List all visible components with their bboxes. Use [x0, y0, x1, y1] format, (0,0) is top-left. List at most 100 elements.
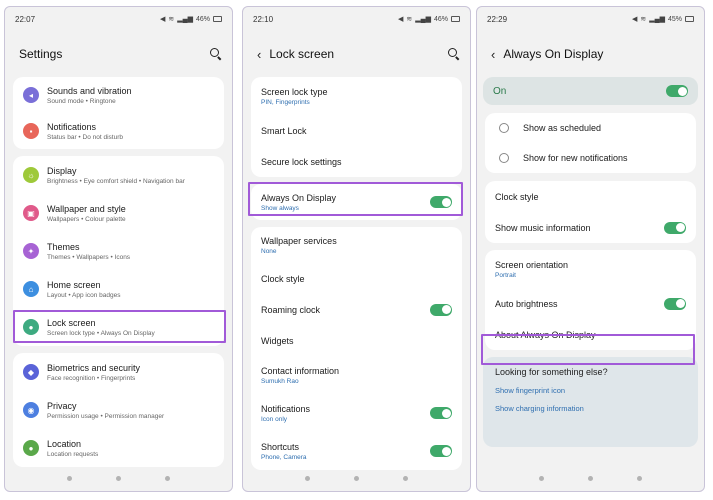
about-aod-item[interactable]: About Always On Display [485, 319, 696, 350]
item-title: Screen lock type [261, 86, 328, 97]
settings-item-display[interactable]: ☼ Display Brightness • Eye comfort shield… [13, 156, 224, 194]
item-title: Notifications [47, 121, 97, 132]
radio-button[interactable] [499, 153, 509, 163]
radio-button[interactable] [499, 123, 509, 133]
item-subtitle: Show always [261, 204, 299, 212]
clock-style-item[interactable]: Clock style [485, 181, 696, 212]
themes-icon: ✦ [23, 243, 39, 259]
item-title: Widgets [261, 335, 294, 346]
option-show-for-new-notifications[interactable]: Show for new notifications [485, 143, 696, 173]
aod-master-switch[interactable]: On [483, 77, 698, 105]
item-title: Smart Lock [261, 125, 307, 136]
item-title: Contact information [261, 365, 340, 376]
status-icons: ◀ ≋ ▂▄▆ 45% [632, 15, 694, 23]
item-title: Sounds and vibration [47, 85, 132, 96]
item-subtitle: Icon only [261, 415, 288, 423]
item-subtitle: Portrait [495, 271, 516, 279]
settings-item-location[interactable]: ● Location Location requests [13, 429, 224, 467]
roaming-clock-item[interactable]: Roaming clock [251, 294, 462, 325]
nav-home-button[interactable] [116, 475, 121, 481]
wifi-icon: ≋ [168, 16, 175, 23]
item-title: Clock style [495, 191, 539, 202]
search-icon[interactable] [210, 48, 222, 60]
widgets-item[interactable]: Widgets [251, 325, 462, 356]
settings-item-biometrics[interactable]: ◆ Biometrics and security Face recognitio… [13, 353, 224, 391]
battery-level: 45% [667, 15, 682, 23]
nav-recents-button[interactable] [67, 475, 72, 481]
item-title: Wallpaper services [261, 235, 337, 246]
aod-options-group: Show as scheduled Show for new notificat… [485, 113, 696, 173]
settings-item-sounds[interactable]: ◂ Sounds and vibration Sound mode • Ringt… [13, 77, 224, 113]
nav-home-button[interactable] [354, 475, 359, 481]
battery-level: 46% [195, 15, 210, 23]
item-subtitle: Location requests [47, 450, 99, 458]
notifications-toggle[interactable] [430, 407, 452, 419]
item-subtitle: Face recognition • Fingerprints [47, 374, 136, 382]
back-arrow-icon[interactable]: ‹ [491, 47, 495, 62]
battery-icon [451, 16, 460, 22]
aod-master-toggle[interactable] [666, 85, 688, 97]
wallpaper-services-item[interactable]: Wallpaper services None [251, 227, 462, 263]
roaming-clock-toggle[interactable] [430, 303, 452, 316]
app-header: ‹ Always On Display [477, 31, 704, 77]
item-title: Shortcuts [261, 441, 300, 452]
option-show-as-scheduled[interactable]: Show as scheduled [485, 113, 696, 143]
settings-item-home-screen[interactable]: ⌂ Home screen Layout • App icon badges [13, 270, 224, 308]
page-title: Lock screen [269, 47, 335, 61]
signal-icon: ▂▄▆ [177, 16, 193, 23]
back-arrow-icon[interactable]: ‹ [257, 47, 261, 62]
screen-orientation-item[interactable]: Screen orientation Portrait [485, 250, 696, 288]
lock-icon: ● [23, 319, 39, 335]
wifi-icon: ≋ [640, 16, 647, 23]
nav-back-button[interactable] [165, 475, 170, 481]
status-time: 22:10 [253, 14, 274, 24]
settings-item-themes[interactable]: ✦ Themes Themes • Wallpapers • Icons [13, 232, 224, 270]
page-title: Settings [19, 47, 63, 61]
signal-icon: ▂▄▆ [415, 16, 431, 23]
nav-recents-button[interactable] [305, 475, 310, 481]
shortcuts-toggle[interactable] [430, 445, 452, 457]
app-header: Settings [5, 31, 232, 77]
status-icons: ◀ ≋ ▂▄▆ 46% [160, 15, 222, 23]
nav-home-button[interactable] [588, 475, 593, 481]
show-music-information-item[interactable]: Show music information [485, 212, 696, 243]
item-title: Roaming clock [261, 304, 321, 315]
nav-back-button[interactable] [637, 475, 642, 481]
link-show-charging-information[interactable]: Show charging information [495, 404, 686, 413]
item-subtitle: PIN, Fingerprints [261, 98, 310, 106]
contact-information-item[interactable]: Contact information Sumukh Rao [251, 356, 462, 394]
item-subtitle: Sumukh Rao [261, 377, 299, 385]
item-subtitle: None [261, 247, 277, 255]
search-icon[interactable] [448, 48, 460, 60]
secure-lock-settings-item[interactable]: Secure lock settings [251, 146, 462, 177]
item-subtitle: Themes • Wallpapers • Icons [47, 253, 131, 261]
screen-lock-type-item[interactable]: Screen lock type PIN, Fingerprints [251, 77, 462, 115]
settings-item-privacy[interactable]: ◉ Privacy Permission usage • Permission m… [13, 391, 224, 429]
nav-bar [5, 465, 232, 491]
aod-toggle[interactable] [430, 196, 452, 208]
item-title: Secure lock settings [261, 156, 342, 167]
music-info-toggle[interactable] [664, 221, 686, 234]
item-title: Biometrics and security [47, 362, 141, 373]
status-bar: 22:07 ◀ ≋ ▂▄▆ 46% [5, 7, 232, 31]
lock-group-3: Wallpaper services None Clock style Roami… [251, 227, 462, 470]
privacy-icon: ◉ [23, 402, 39, 418]
settings-item-wallpaper[interactable]: ▣ Wallpaper and style Wallpapers • Colour… [13, 194, 224, 232]
link-show-fingerprint-icon[interactable]: Show fingerprint icon [495, 386, 686, 395]
auto-brightness-toggle[interactable] [664, 297, 686, 310]
nav-back-button[interactable] [403, 475, 408, 481]
always-on-display-item[interactable]: Always On Display Show always [251, 184, 462, 220]
item-title: Display [47, 165, 77, 176]
notifications-item[interactable]: Notifications Icon only [251, 394, 462, 432]
smart-lock-item[interactable]: Smart Lock [251, 115, 462, 146]
nav-recents-button[interactable] [539, 475, 544, 481]
suggestions-heading: Looking for something else? [495, 367, 608, 377]
settings-item-notifications[interactable]: ▪ Notifications Status bar • Do not distu… [13, 113, 224, 149]
auto-brightness-item[interactable]: Auto brightness [485, 288, 696, 319]
clock-style-item[interactable]: Clock style [251, 263, 462, 294]
item-title: Always On Display [261, 192, 337, 203]
speaker-icon: ◂ [23, 87, 39, 103]
status-bar: 22:29 ◀ ≋ ▂▄▆ 45% [477, 7, 704, 31]
settings-item-lock-screen[interactable]: ● Lock screen Screen lock type • Always O… [13, 308, 224, 346]
mute-icon: ◀ [397, 16, 404, 23]
